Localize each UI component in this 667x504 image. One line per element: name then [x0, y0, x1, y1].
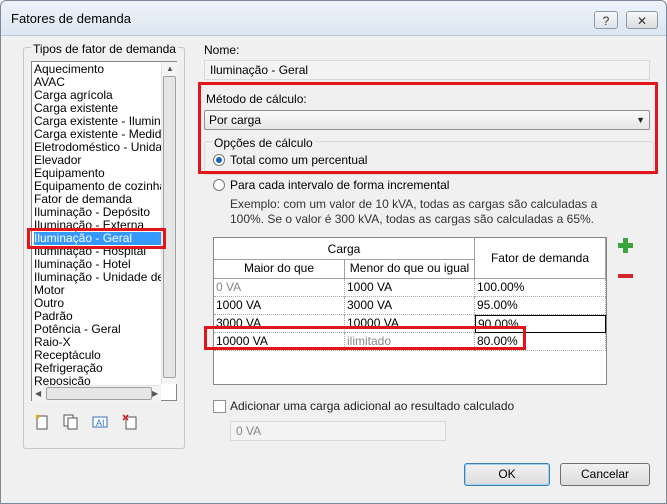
- rename-icon[interactable]: AI: [91, 414, 109, 432]
- close-button[interactable]: ✕: [626, 11, 658, 29]
- list-item[interactable]: Aquecimento: [34, 63, 164, 76]
- list-item[interactable]: Padrão: [34, 310, 164, 323]
- additional-load-field[interactable]: 0 VA: [230, 421, 446, 441]
- list-item[interactable]: Outro: [34, 297, 164, 310]
- list-item[interactable]: Equipamento de cozinha -: [34, 180, 164, 193]
- table-cell-less[interactable]: 3000 VA: [345, 297, 475, 315]
- example-text: Exemplo: com um valor de 10 kVA, todas a…: [230, 197, 598, 226]
- list-item[interactable]: Carga existente: [34, 102, 164, 115]
- remove-row-icon[interactable]: [618, 274, 633, 278]
- table-cell-less[interactable]: 1000 VA: [345, 279, 475, 297]
- additional-load-label: Adicionar uma carga adicional ao resulta…: [230, 399, 515, 413]
- table-cell-greater[interactable]: 1000 VA: [214, 297, 345, 315]
- header-menor: Menor do que ou igual: [345, 260, 475, 279]
- list-item[interactable]: AVAC: [34, 76, 164, 89]
- delete-icon[interactable]: [121, 414, 139, 432]
- list-item[interactable]: Iluminação - Depósito: [34, 206, 164, 219]
- table-cell-factor[interactable]: 100.00%: [475, 279, 606, 297]
- list-item[interactable]: Iluminação - Unidade de int: [34, 271, 164, 284]
- list-item[interactable]: Carga existente - Medidos p: [34, 128, 164, 141]
- ok-button[interactable]: OK: [464, 463, 550, 486]
- window-title: Fatores de demanda: [11, 11, 131, 26]
- radio-incremental-label: Para cada intervalo de forma incremental: [230, 178, 450, 192]
- list-item[interactable]: Eletrodoméstico - Unidade: [34, 141, 164, 154]
- scroll-up-icon[interactable]: ▲: [166, 64, 174, 73]
- list-item[interactable]: Elevador: [34, 154, 164, 167]
- highlight-selected-type: [27, 228, 166, 249]
- header-fator: Fator de demanda: [475, 238, 606, 279]
- svg-text:AI: AI: [96, 418, 105, 428]
- horizontal-scroll-thumb[interactable]: [46, 387, 152, 400]
- additional-load-checkbox[interactable]: [213, 400, 226, 413]
- name-label: Nome:: [204, 43, 240, 57]
- vertical-scroll-thumb[interactable]: [163, 76, 176, 378]
- list-item[interactable]: Iluminação - Hotel: [34, 258, 164, 271]
- table-row[interactable]: 0 VA 1000 VA 100.00%: [214, 279, 606, 297]
- new-icon[interactable]: [33, 414, 51, 432]
- table-cell-greater[interactable]: 0 VA: [214, 279, 345, 297]
- table-cell-factor[interactable]: 95.00%: [475, 297, 606, 315]
- list-item[interactable]: Equipamento: [34, 167, 164, 180]
- help-button[interactable]: ?: [594, 11, 618, 29]
- list-item[interactable]: Potência - Geral: [34, 323, 164, 336]
- list-item[interactable]: Raio-X: [34, 336, 164, 349]
- radio-incremental[interactable]: [213, 179, 225, 191]
- scroll-left-icon[interactable]: ◀: [35, 389, 41, 398]
- types-label: Tipos de fator de demanda: [31, 42, 178, 56]
- scroll-right-icon[interactable]: ▶: [152, 389, 158, 398]
- cancel-button[interactable]: Cancelar: [560, 463, 650, 486]
- highlight-method: [198, 82, 658, 174]
- list-item[interactable]: Receptáculo: [34, 349, 164, 362]
- demand-table: Carga Maior do que Menor do que ou igual…: [213, 237, 607, 385]
- add-row-icon[interactable]: [618, 238, 633, 253]
- list-item[interactable]: Fator de demanda: [34, 193, 164, 206]
- title-bar: Fatores de demanda ? ✕: [1, 1, 666, 36]
- dialog-window: Fatores de demanda ? ✕ Tipos de fator de…: [0, 0, 667, 504]
- types-horizontal-scrollbar[interactable]: ◀ ▶: [32, 385, 161, 401]
- header-maior: Maior do que: [214, 260, 345, 279]
- table-row[interactable]: 1000 VA 3000 VA 95.00%: [214, 297, 606, 315]
- list-item[interactable]: Carga existente - Iluminação: [34, 115, 164, 128]
- header-carga: Carga: [214, 238, 475, 260]
- duplicate-icon[interactable]: [61, 414, 79, 432]
- types-vertical-scrollbar[interactable]: ▲: [161, 62, 177, 384]
- list-item[interactable]: Carga agrícola: [34, 89, 164, 102]
- list-item[interactable]: Motor: [34, 284, 164, 297]
- highlight-last-row: [204, 326, 526, 350]
- name-field[interactable]: Iluminação - Geral: [204, 60, 650, 80]
- list-item[interactable]: Refrigeração: [34, 362, 164, 375]
